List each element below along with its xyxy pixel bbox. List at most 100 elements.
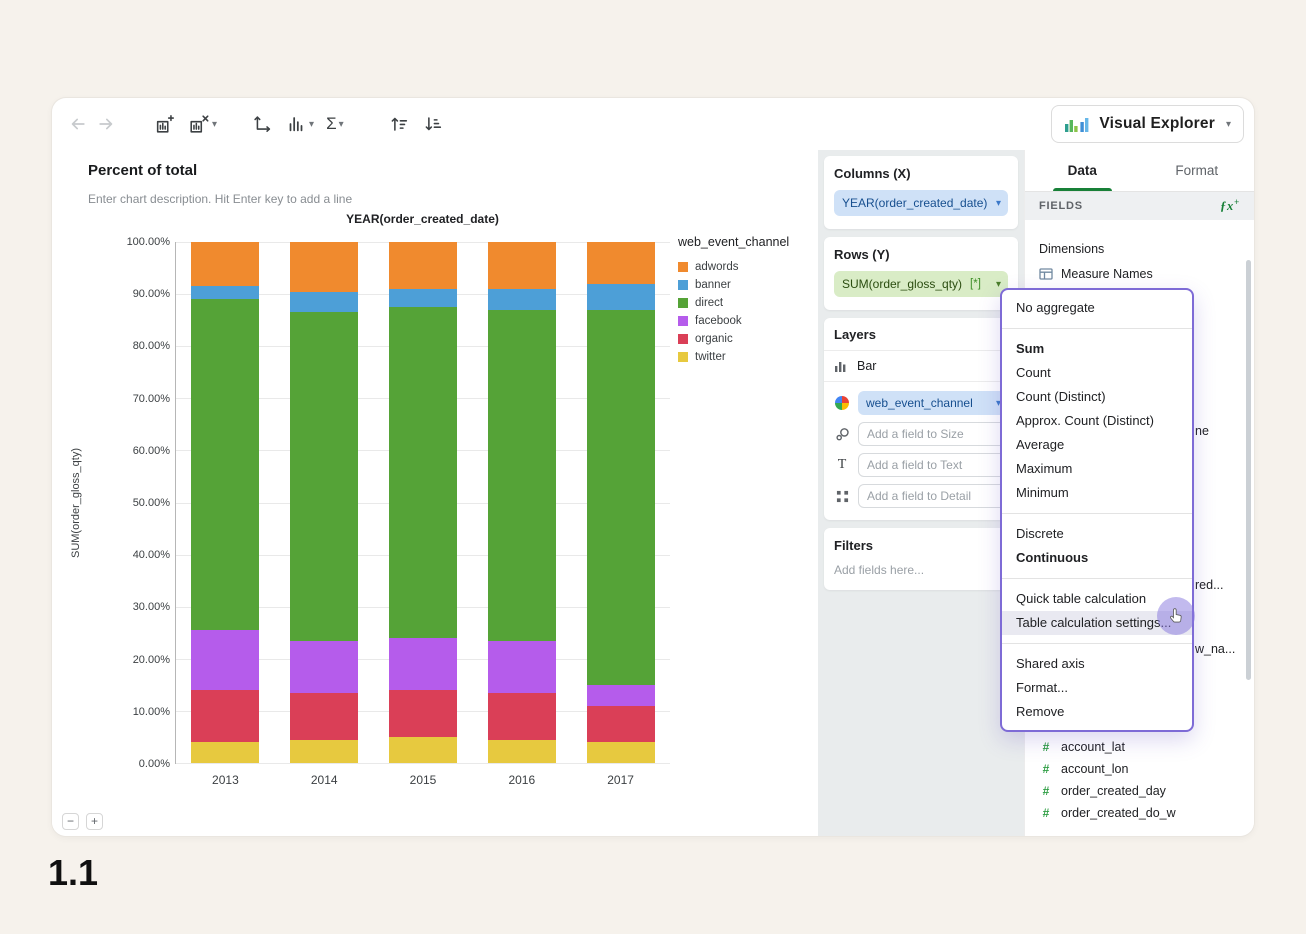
bar-segment-direct[interactable]	[290, 312, 359, 641]
zoom-out-button[interactable]: −	[62, 813, 79, 830]
chevron-down-icon[interactable]: ▾	[996, 198, 1001, 209]
bar-segment-facebook[interactable]	[487, 640, 556, 693]
bar-segment-direct[interactable]	[191, 299, 260, 631]
stacked-bar[interactable]	[487, 242, 556, 763]
menu-item-continuous[interactable]: Continuous	[1002, 546, 1192, 570]
remove-chart-button[interactable]: ▾	[188, 109, 217, 139]
legend-item-banner[interactable]: banner	[678, 279, 816, 291]
chart-description[interactable]: Enter chart description. Hit Enter key t…	[88, 192, 352, 206]
plot-area: 2013 2014 2015 2016 2017	[175, 242, 670, 787]
bar-segment-organic[interactable]	[487, 692, 556, 740]
explorer-switcher-button[interactable]: Visual Explorer ▾	[1051, 105, 1244, 143]
menu-item-format[interactable]: Format...	[1002, 676, 1192, 700]
legend-items: adwords banner direct facebook organic twitte…	[678, 261, 816, 363]
chart-title[interactable]: Percent of total	[88, 162, 197, 179]
add-calculation-button[interactable]: ƒx+	[1220, 197, 1240, 214]
field-item-account-lon[interactable]: # account_lon	[1025, 758, 1254, 780]
legend-label: adwords	[695, 261, 739, 273]
rows-field-pill[interactable]: SUM(order_gloss_qty) [*] ▾	[834, 271, 1008, 297]
text-field-dropzone[interactable]: Add a field to Text	[858, 453, 1008, 477]
bar-segment-direct[interactable]	[487, 309, 556, 641]
menu-item-minimum[interactable]: Minimum	[1002, 481, 1192, 505]
bar-segment-twitter[interactable]	[290, 739, 359, 763]
menu-item-count[interactable]: Count	[1002, 361, 1192, 385]
chevron-down-icon[interactable]: ▾	[996, 279, 1001, 290]
bar-segment-adwords[interactable]	[487, 242, 556, 289]
tab-format[interactable]: Format	[1140, 150, 1255, 191]
menu-item-count-distinct[interactable]: Count (Distinct)	[1002, 385, 1192, 409]
chart-type-button[interactable]: ▾	[285, 109, 314, 139]
bar-slot: 2013	[176, 242, 275, 787]
bar-segment-banner[interactable]	[191, 286, 260, 300]
legend-item-facebook[interactable]: facebook	[678, 315, 816, 327]
rows-field-label: SUM(order_gloss_qty)	[842, 277, 963, 291]
legend-item-twitter[interactable]: twitter	[678, 351, 816, 363]
stacked-bar[interactable]	[586, 242, 655, 763]
bar-segment-organic[interactable]	[388, 690, 457, 737]
bar-segment-organic[interactable]	[290, 692, 359, 740]
menu-item-approx-count-distinct[interactable]: Approx. Count (Distinct)	[1002, 409, 1192, 433]
bar-segment-twitter[interactable]	[388, 736, 457, 763]
menu-item-no-aggregate[interactable]: No aggregate	[1002, 296, 1192, 320]
menu-item-shared-axis[interactable]: Shared axis	[1002, 652, 1192, 676]
sort-ascending-button[interactable]	[388, 109, 410, 139]
menu-item-average[interactable]: Average	[1002, 433, 1192, 457]
legend-item-organic[interactable]: organic	[678, 333, 816, 345]
bar-segment-facebook[interactable]	[586, 684, 655, 706]
bar-segment-direct[interactable]	[586, 309, 655, 685]
menu-item-remove[interactable]: Remove	[1002, 700, 1192, 724]
bar-segment-organic[interactable]	[191, 690, 260, 743]
layer-row-bar[interactable]: Bar	[824, 350, 1018, 382]
bar-segment-twitter[interactable]	[586, 742, 655, 763]
legend: web_event_channel adwords banner direct fac…	[678, 235, 816, 369]
field-label: account_lon	[1061, 762, 1129, 776]
detail-icon	[834, 490, 850, 503]
bar-segment-adwords[interactable]	[586, 242, 655, 284]
bar-segment-twitter[interactable]	[191, 742, 260, 763]
field-item-order-created-day[interactable]: # order_created_day	[1025, 780, 1254, 802]
forward-button[interactable]	[96, 109, 116, 139]
duplicate-chart-button[interactable]	[154, 109, 176, 139]
legend-item-direct[interactable]: direct	[678, 297, 816, 309]
bar-segment-banner[interactable]	[290, 291, 359, 313]
bar-slot: 2017	[571, 242, 670, 787]
bar-segment-banner[interactable]	[586, 283, 655, 310]
bar-segment-adwords[interactable]	[290, 242, 359, 292]
fields-scrollbar[interactable]	[1246, 260, 1251, 680]
menu-item-discrete[interactable]: Discrete	[1002, 522, 1192, 546]
columns-field-pill[interactable]: YEAR(order_created_date) ▾	[834, 190, 1008, 216]
axes-tool-button[interactable]	[251, 109, 273, 139]
bar-segment-twitter[interactable]	[487, 739, 556, 763]
menu-item-maximum[interactable]: Maximum	[1002, 457, 1192, 481]
column-axis-title: YEAR(order_created_date)	[346, 212, 499, 226]
stacked-bar[interactable]	[388, 242, 457, 763]
bar-segment-facebook[interactable]	[191, 630, 260, 691]
bar-segment-banner[interactable]	[487, 288, 556, 310]
field-item-measure-names[interactable]: Measure Names	[1025, 264, 1254, 284]
detail-field-dropzone[interactable]: Add a field to Detail	[858, 484, 1008, 508]
back-button[interactable]	[68, 109, 88, 139]
stacked-bar[interactable]	[191, 242, 260, 763]
back-arrow-icon	[71, 118, 85, 130]
aggregate-button[interactable]: Σ ▾	[326, 109, 344, 139]
menu-item-sum[interactable]: Sum	[1002, 337, 1192, 361]
stacked-bar[interactable]	[290, 242, 359, 763]
field-item-order-created-do-w[interactable]: # order_created_do_w	[1025, 802, 1254, 824]
size-field-dropzone[interactable]: Add a field to Size	[858, 422, 1008, 446]
field-item-account-lat[interactable]: # account_lat	[1025, 736, 1254, 758]
bar-segment-adwords[interactable]	[191, 242, 260, 287]
sort-descending-icon	[425, 117, 441, 131]
bar-segment-facebook[interactable]	[290, 640, 359, 693]
field-label: order_created_do_w	[1061, 806, 1176, 820]
bar-segment-banner[interactable]	[388, 288, 457, 308]
legend-item-adwords[interactable]: adwords	[678, 261, 816, 273]
color-field-pill[interactable]: web_event_channel ▾	[858, 391, 1008, 415]
tab-data[interactable]: Data	[1025, 150, 1140, 191]
bar-segment-adwords[interactable]	[388, 242, 457, 289]
bar-segment-organic[interactable]	[586, 705, 655, 743]
zoom-in-button[interactable]: +	[86, 813, 103, 830]
bar-segment-direct[interactable]	[388, 307, 457, 638]
filters-dropzone[interactable]: Add fields here...	[834, 563, 1008, 577]
sort-descending-button[interactable]	[422, 109, 444, 139]
bar-segment-facebook[interactable]	[388, 637, 457, 691]
